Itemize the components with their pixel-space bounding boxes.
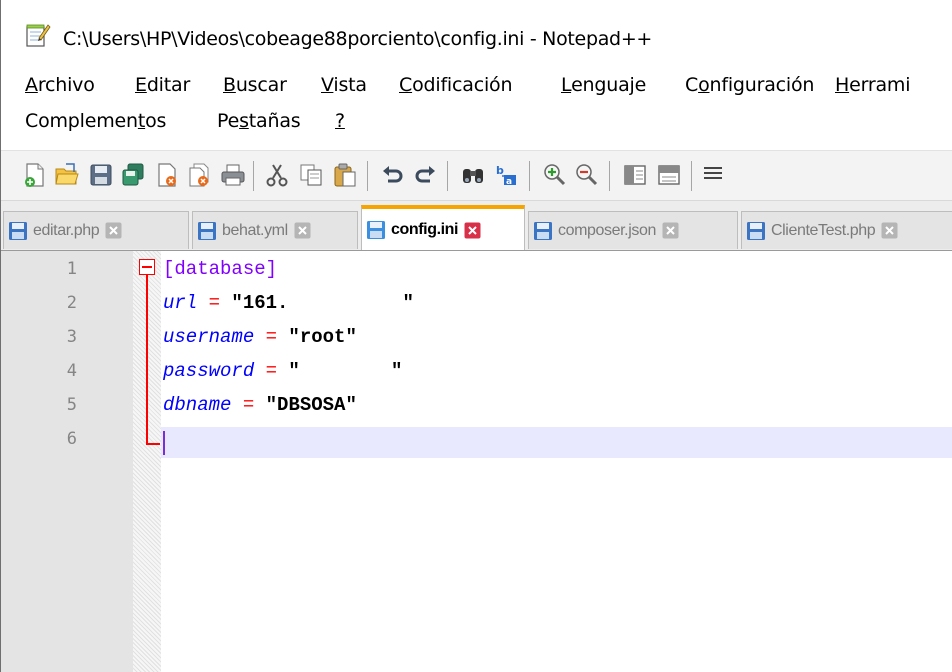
line-number: 3 — [66, 327, 77, 347]
tab-close-icon[interactable] — [662, 222, 679, 239]
menu-codificacion[interactable]: Codificación — [399, 74, 512, 96]
current-line-highlight — [161, 427, 952, 458]
tab-label: editar.php — [33, 221, 100, 239]
notepadpp-window: C:\Users\HP\Videos\cobeage88porciento\co… — [0, 0, 952, 672]
toolbar-separator — [529, 161, 530, 191]
tab-close-icon[interactable] — [294, 222, 311, 239]
menu-herramientas[interactable]: Herrami — [835, 74, 911, 96]
menu-buscar[interactable]: Buscar — [223, 74, 287, 96]
sync-horizontal-icon[interactable] — [653, 159, 685, 191]
tab-close-icon[interactable] — [105, 222, 122, 239]
tab-bar: editar.php behat.yml config.ini composer.js… — [1, 200, 952, 251]
toolbar-separator — [253, 161, 254, 191]
menu-editar[interactable]: Editar — [135, 74, 190, 96]
line-number: 2 — [66, 293, 77, 313]
zoom-out-icon[interactable] — [571, 159, 603, 191]
new-file-icon[interactable] — [19, 159, 51, 191]
menu-lenguaje[interactable]: Lenguaje — [561, 74, 646, 96]
fold-guide-end — [146, 443, 160, 445]
notepad-icon — [25, 22, 51, 48]
save-icon — [747, 221, 765, 240]
tab-config-ini[interactable]: config.ini — [361, 205, 525, 251]
close-all-icon[interactable] — [183, 159, 215, 191]
replace-icon[interactable]: ba — [491, 159, 523, 191]
cut-icon[interactable] — [261, 159, 293, 191]
toolbar-separator — [447, 161, 448, 191]
menu-bar: Archivo Editar Buscar Vista Codificación Leng… — [1, 72, 952, 148]
title-bar[interactable]: C:\Users\HP\Videos\cobeage88porciento\co… — [1, 0, 952, 68]
menu-ayuda[interactable]: ? — [335, 110, 345, 132]
menu-pestanas[interactable]: Pestañas — [217, 110, 301, 132]
redo-icon[interactable] — [409, 159, 441, 191]
line-number: 4 — [66, 361, 77, 381]
tab-label: composer.json — [558, 221, 656, 239]
toolbar-separator — [609, 161, 610, 191]
tab-behat-yml[interactable]: behat.yml — [192, 211, 358, 249]
zoom-in-icon[interactable] — [539, 159, 571, 191]
toolbar-separator — [367, 161, 368, 191]
tab-clientetest-php[interactable]: ClienteTest.php — [741, 211, 952, 249]
open-file-icon[interactable] — [51, 159, 83, 191]
sync-vertical-icon[interactable] — [619, 159, 651, 191]
menu-archivo[interactable]: Archivo — [25, 74, 95, 96]
code-line: password = " " — [163, 360, 403, 382]
close-icon[interactable] — [151, 159, 183, 191]
toolbar-separator — [691, 161, 692, 191]
code-line: dbname = "DBSOSA" — [163, 394, 357, 416]
save-icon — [198, 221, 216, 240]
svg-text:b: b — [496, 164, 504, 177]
line-number: 1 — [66, 259, 77, 279]
window-title: C:\Users\HP\Videos\cobeage88porciento\co… — [63, 28, 653, 50]
code-line: username = "root" — [163, 326, 357, 348]
word-wrap-icon[interactable] — [697, 159, 729, 191]
save-icon — [9, 221, 27, 240]
code-line: url = "161. " — [163, 292, 414, 314]
print-icon[interactable] — [217, 159, 249, 191]
find-icon[interactable] — [457, 159, 489, 191]
menu-vista[interactable]: Vista — [321, 74, 367, 96]
tab-label: behat.yml — [222, 221, 288, 239]
tab-composer-json[interactable]: composer.json — [528, 211, 738, 249]
text-caret — [163, 431, 165, 455]
tab-label: ClienteTest.php — [771, 221, 876, 239]
save-icon[interactable] — [85, 159, 117, 191]
copy-icon[interactable] — [295, 159, 327, 191]
tab-close-icon[interactable] — [881, 222, 898, 239]
menu-configuracion[interactable]: Configuración — [685, 74, 814, 96]
menu-complementos[interactable]: Complementos — [25, 110, 166, 132]
line-number: 5 — [66, 395, 77, 415]
save-icon — [534, 221, 552, 240]
editor[interactable]: 1 2 3 4 5 6 [database] url = "161. " username =… — [1, 250, 952, 672]
svg-text:a: a — [506, 177, 512, 187]
undo-icon[interactable] — [377, 159, 409, 191]
tab-label: config.ini — [391, 221, 459, 238]
toolbar: ba — [1, 150, 952, 201]
tab-editar-php[interactable]: editar.php — [3, 211, 189, 249]
save-icon — [367, 221, 385, 239]
fold-collapse-icon[interactable] — [139, 259, 155, 275]
line-number: 6 — [66, 429, 77, 449]
paste-icon[interactable] — [329, 159, 361, 191]
code-line: [database] — [163, 258, 278, 280]
save-all-icon[interactable] — [117, 159, 149, 191]
line-number-gutter: 1 2 3 4 5 6 — [1, 251, 133, 672]
fold-guide-line — [146, 275, 148, 443]
tab-close-icon[interactable] — [464, 222, 481, 239]
